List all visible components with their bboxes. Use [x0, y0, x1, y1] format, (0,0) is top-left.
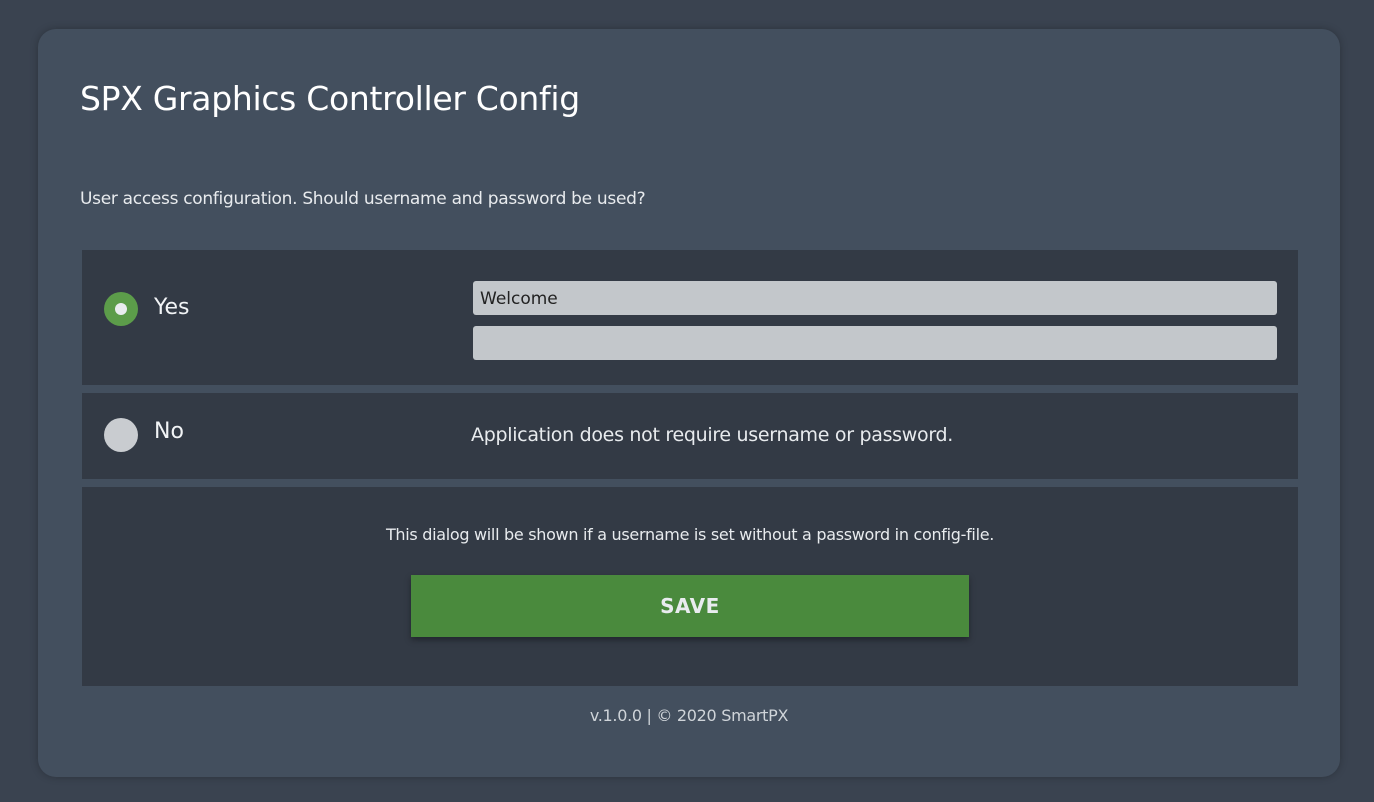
radio-no[interactable]	[104, 418, 138, 452]
dialog-subtitle: User access configuration. Should userna…	[80, 189, 646, 209]
option-no-panel: No Application does not require username…	[82, 393, 1298, 479]
radio-no-label[interactable]: No	[154, 419, 184, 444]
save-panel: This dialog will be shown if a username …	[82, 487, 1298, 686]
config-hint-text: This dialog will be shown if a username …	[385, 525, 995, 544]
username-input[interactable]	[473, 281, 1277, 315]
password-input[interactable]	[473, 326, 1277, 360]
radio-yes[interactable]	[104, 292, 138, 326]
config-dialog-card: SPX Graphics Controller Config User acce…	[38, 29, 1340, 777]
dialog-title: SPX Graphics Controller Config	[80, 79, 580, 118]
save-button[interactable]: SAVE	[411, 575, 969, 637]
option-yes-panel: Yes	[82, 250, 1298, 385]
footer-version: v.1.0.0 | © 2020 SmartPX	[589, 706, 789, 725]
page-background: SPX Graphics Controller Config User acce…	[0, 0, 1374, 802]
no-auth-description: Application does not require username or…	[471, 424, 954, 446]
radio-yes-label[interactable]: Yes	[154, 295, 190, 320]
